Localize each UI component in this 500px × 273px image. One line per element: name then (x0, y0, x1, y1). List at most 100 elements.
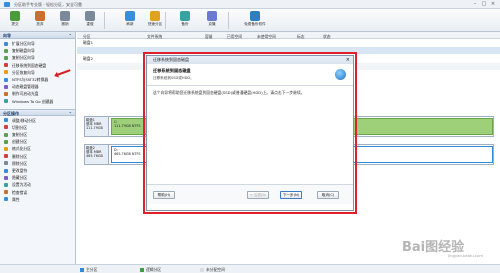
collapse-icon[interactable]: ⌃ (69, 32, 72, 39)
column-header-cell[interactable]: 标志 (297, 34, 305, 40)
sidebar-item-label: 分区恢复向导 (12, 69, 35, 75)
watermark: Bai图经验 jingyan.baidu.com (402, 236, 494, 264)
sidebar-item-icon (4, 48, 8, 53)
toolbar-button[interactable]: 重做 (78, 10, 102, 31)
sidebar-item-icon (4, 161, 8, 166)
column-header-cell[interactable]: 文件系统 (147, 34, 162, 40)
sidebar-item[interactable]: NTFS与FAT32转换器 (0, 76, 75, 83)
toolbar-button[interactable]: 快速分区 (143, 10, 167, 31)
help-button[interactable]: 帮助(H) (153, 191, 175, 199)
sidebar-item-icon (4, 154, 8, 159)
minimize-icon[interactable]: – (471, 1, 479, 7)
sidebar-item[interactable]: 复制分区 (0, 131, 75, 138)
column-header-cell[interactable]: 容量 (205, 34, 213, 40)
toolbar-label: 免费备份软件 (244, 22, 266, 26)
sidebar-item[interactable]: 制作可启动光盘 (0, 90, 75, 97)
sidebar-item[interactable]: 格式化分区 (0, 145, 75, 152)
legend-label: 主分区 (86, 267, 98, 272)
disk-row[interactable]: 磁盘1 (77, 40, 500, 46)
toolbar-button[interactable]: 放弃 (28, 10, 52, 31)
toolbar-separator (228, 12, 229, 29)
cancel-button[interactable]: 取消(C) (317, 191, 339, 199)
sidebar-item-label: 切割分区 (12, 124, 28, 130)
toolbar-icon (150, 11, 160, 21)
column-header-cell[interactable]: 已用空间 (227, 34, 242, 40)
sidebar-item[interactable]: 复制磁盘向导 (0, 47, 75, 54)
sidebar-item-label: Windows To Go 创建器 (12, 98, 54, 104)
sidebar-item[interactable]: 切割分区 (0, 124, 75, 131)
ops-panel-header[interactable]: 分区操作 ⌃ (0, 108, 75, 117)
toolbar-icon (250, 11, 260, 21)
toolbar-icon (10, 11, 20, 21)
dialog-footer: 帮助(H) < 后退(B) 下一步(N) 取消(C) (147, 184, 353, 204)
sidebar-item-label: 检查错误 (12, 189, 28, 195)
maximize-icon[interactable]: □ (480, 1, 488, 7)
sidebar-item[interactable]: 调整/移动分区 (0, 117, 75, 124)
sidebar-item[interactable]: 删除分区 (0, 153, 75, 160)
toolbar-button[interactable]: 免费备份软件 (235, 10, 275, 31)
toolbar-label: 撤销 (61, 22, 69, 26)
column-header-cell[interactable]: 分区 (83, 34, 91, 40)
sidebar-item-label: 删除分区 (12, 153, 28, 159)
sidebar-item[interactable]: 检查错误 (0, 189, 75, 196)
wizards-panel-header[interactable]: 向导 ⌃ (0, 32, 75, 39)
sidebar-item-label: 动态磁盘管理器 (12, 84, 39, 90)
toolbar-label: 备份 (181, 22, 189, 26)
disk-size: 465.76GB (86, 154, 103, 158)
dialog-body: 这个向导将帮助您迁移系统盘到固态硬盘(SSD)或普通硬盘(HDD)上。请点击下一… (147, 86, 353, 184)
wizard-list: 扩展分区向导 复制磁盘向导 复制分区向导 迁移系统到固态硬盘 分区恢复向导 NTFS与FA… (0, 39, 75, 109)
sidebar-item-label: 属性 (12, 196, 20, 202)
legend-label: 逻辑分区 (146, 267, 162, 272)
toolbar-icon (125, 11, 135, 21)
close-icon[interactable]: × (489, 1, 497, 7)
sidebar-item[interactable]: 更改盘符 (0, 167, 75, 174)
sidebar-item[interactable]: 设置为活动 (0, 181, 75, 188)
column-header-cell[interactable]: 状态 (323, 34, 331, 40)
disk-size: 111.79GB (86, 126, 103, 130)
sidebar-item[interactable]: Windows To Go 创建器 (0, 98, 75, 105)
toolbar-icon (35, 11, 45, 21)
toolbar-label: 克隆 (208, 22, 216, 26)
back-button[interactable]: < 后退(B) (247, 191, 269, 199)
toolbar-label: 刷新 (126, 22, 134, 26)
disk-row-label: 磁盘2 (83, 56, 94, 61)
ops-list: 调整/移动分区 切割分区复制分区 创建分区 格式化分区 删除分区 擦除分区 更改盘符 隐藏分区… (0, 116, 75, 204)
toolbar-button[interactable]: 备份 (173, 10, 197, 31)
sidebar-item-label: 复制分区 (12, 132, 28, 138)
sidebar-item[interactable]: 复制分区向导 (0, 54, 75, 61)
sidebar-item[interactable]: 擦除分区 (0, 160, 75, 167)
toolbar-icon (85, 11, 95, 21)
migrate-os-dialog: 迁移系统到固态磁盘 × 迁移系统到固态磁盘 迁移系统到SSD或HDD。 这个向导… (146, 55, 354, 211)
sidebar-item-icon (4, 175, 8, 180)
toolbar-button[interactable]: 撤销 (53, 10, 77, 31)
toolbar-label: 重做 (86, 22, 94, 26)
toolbar-button[interactable]: 刷新 (118, 10, 142, 31)
disk-info: 磁盘2 基本 MBR 465.76GB (85, 145, 109, 164)
next-button[interactable]: 下一步(N) (280, 191, 302, 199)
sidebar-item[interactable]: 隐藏分区 (0, 174, 75, 181)
table-row[interactable] (77, 47, 500, 54)
toolbar-icon (180, 11, 190, 21)
sidebar-item-icon (4, 139, 8, 144)
app-icon (4, 2, 10, 7)
sidebar-item-icon (4, 99, 8, 104)
sidebar-item[interactable]: 创建分区 (0, 138, 75, 145)
globe-icon (335, 69, 346, 80)
toolbar-button[interactable]: 提交 (3, 10, 27, 31)
close-icon[interactable]: × (346, 56, 350, 64)
toolbar-button[interactable]: 克隆 (200, 10, 224, 31)
collapse-icon[interactable]: ⌃ (69, 110, 72, 117)
sidebar-item[interactable]: 属性 (0, 196, 75, 203)
sidebar-item-icon (4, 168, 8, 173)
sidebar-item-label: 复制分区向导 (12, 55, 35, 61)
sidebar-item[interactable]: 扩展分区向导 (0, 40, 75, 47)
sidebar-item-icon (4, 77, 8, 82)
sidebar-item[interactable]: 动态磁盘管理器 (0, 83, 75, 90)
sidebar-item-label: 格式化分区 (12, 146, 31, 152)
toolbar-label: 提交 (11, 22, 19, 26)
toolbar-label: 快速分区 (147, 22, 163, 26)
toolbar-icon (60, 11, 70, 21)
sidebar-item[interactable]: 迁移系统到固态硬盘 (0, 62, 75, 69)
sidebar-item-label: 设置为活动 (12, 182, 31, 188)
column-header-cell[interactable]: 未使用空间 (257, 34, 276, 40)
